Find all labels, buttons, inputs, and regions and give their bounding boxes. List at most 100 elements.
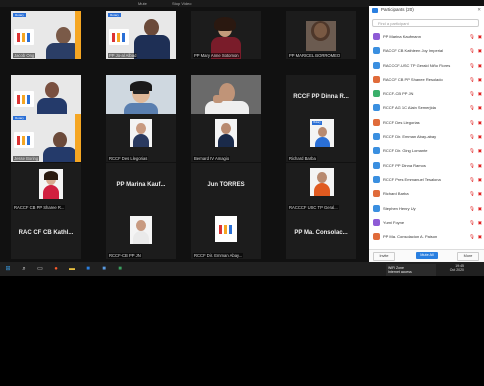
participant-row[interactable]: RCCF Dir. Emman Abay-abay 🎙 ▣ (369, 130, 484, 144)
participant-avatar (373, 75, 380, 83)
mic-muted-icon[interactable]: 🎙 (469, 48, 475, 54)
participant-row[interactable]: RCCF-CB PP JN 🎙 ▣ (369, 87, 484, 101)
mic-muted-icon[interactable]: 🎙 (469, 134, 475, 140)
wifi-notification[interactable]: WiFi Zone Internet access (386, 264, 436, 276)
mic-muted-icon[interactable]: 🎙 (469, 120, 475, 126)
video-off-icon[interactable]: ▣ (478, 105, 482, 111)
video-tile[interactable]: RCCF Des Llegorias (106, 114, 176, 162)
video-off-icon[interactable]: ▣ (478, 63, 482, 69)
video-off-icon[interactable]: ▣ (478, 177, 482, 183)
invite-button[interactable]: Invite (373, 252, 395, 261)
video-tile[interactable]: Bernard IV Amagio (191, 114, 261, 162)
participant-row[interactable]: PP Ma. Consolacion A. Paison 🎙 ▣ (369, 230, 484, 244)
participant-name: RACCF CB Kathleen Joy Imperial (383, 48, 444, 54)
participant-row[interactable]: Stephen Henry Uy 🎙 ▣ (369, 202, 484, 216)
close-icon[interactable]: ✕ (477, 7, 481, 13)
video-off-icon[interactable]: ▣ (478, 191, 482, 197)
mic-muted-icon[interactable]: 🎙 (469, 191, 475, 197)
video-tile[interactable]: PP Mary Anne Sotomon (191, 11, 261, 59)
participants-panel: Participants (20) ✕ Find a participant P… (369, 6, 484, 262)
system-tray[interactable]: 19:45 Oct 2020 (450, 264, 464, 272)
participant-row[interactable]: RCCF PP Dinna Ramos 🎙 ▣ (369, 159, 484, 173)
video-tile[interactable]: Rotary Jesse Boring (11, 114, 81, 162)
participant-search-input[interactable]: Find a participant (372, 19, 479, 27)
video-off-icon[interactable]: ▣ (478, 91, 482, 97)
video-tile[interactable]: Jun TORRES (191, 163, 261, 211)
video-tile[interactable]: Rotary PP Jo-al Albad (106, 11, 176, 59)
mic-muted-icon[interactable]: 🎙 (469, 77, 475, 83)
video-tile[interactable]: PP Ma. Consolac... (286, 211, 356, 259)
participant-row[interactable]: RCCF Pres Emmanuel Tesalona 🎙 ▣ (369, 173, 484, 187)
tile-name: Richard Barba (288, 156, 317, 161)
app-icon[interactable]: ■ (116, 265, 124, 273)
video-tile[interactable]: RCCF-CB PP JN (106, 211, 176, 259)
mic-muted-icon[interactable]: 🎙 (469, 220, 475, 226)
participant-avatar (373, 47, 380, 55)
participant-row[interactable]: RACCF CB PP Shanee Resolado 🎙 ▣ (369, 73, 484, 87)
participants-title: Participants (20) (381, 7, 414, 12)
video-off-icon[interactable]: ▣ (478, 206, 482, 212)
mic-muted-icon[interactable]: 🎙 (469, 91, 475, 97)
mic-muted-icon[interactable]: 🎙 (469, 148, 475, 154)
participant-row[interactable]: RCCF Dir. Ging Lomante 🎙 ▣ (369, 144, 484, 158)
video-tile[interactable]: PP Marina Kauf... (106, 163, 176, 211)
participant-avatar (373, 233, 380, 241)
video-off-icon[interactable]: ▣ (478, 77, 482, 83)
browser-icon[interactable]: ● (52, 265, 60, 273)
zoom-window-icon[interactable]: ■ (100, 265, 108, 273)
video-tile[interactable]: RACCCF USC TP Geral... (286, 163, 356, 211)
zoom-app-icon[interactable]: ■ (84, 265, 92, 273)
profile-picture: Rotary (310, 119, 334, 147)
mic-muted-icon[interactable]: 🎙 (469, 34, 475, 40)
mic-muted-icon[interactable]: 🎙 (469, 63, 475, 69)
video-off-icon[interactable]: ▣ (478, 120, 482, 126)
participant-avatar (373, 147, 380, 155)
video-tile[interactable]: PP MARICEL BORROMEO (286, 11, 356, 59)
stop-video-button[interactable]: Stop Video (172, 0, 192, 7)
participants-footer: Invite Mute All More (369, 249, 484, 262)
video-off-icon[interactable]: ▣ (478, 134, 482, 140)
video-off-icon[interactable]: ▣ (478, 163, 482, 169)
more-button[interactable]: More (457, 252, 479, 261)
video-off-icon[interactable]: ▣ (478, 48, 482, 54)
tile-name: Bernard IV Amagio (193, 156, 231, 161)
video-tile[interactable]: RAC CF CB Kathl... (11, 211, 81, 259)
participant-avatar (373, 33, 380, 40)
mic-muted-icon[interactable]: 🎙 (469, 234, 475, 240)
video-tile[interactable]: Rotary Richard Barba (286, 114, 356, 162)
search-icon[interactable]: ⌕ (20, 265, 28, 273)
mic-muted-icon[interactable]: 🎙 (469, 163, 475, 169)
participant-row[interactable]: Yumi Foyne 🎙 ▣ (369, 216, 484, 230)
video-tile[interactable]: Rotary Jacob Ong (11, 11, 81, 59)
participant-avatar (373, 61, 380, 69)
video-off-icon[interactable]: ▣ (478, 234, 482, 240)
participant-row[interactable]: RACCCF-USC TP Gerald Niño Flores 🎙 ▣ (369, 59, 484, 73)
mic-muted-icon[interactable]: 🎙 (469, 177, 475, 183)
rotary-logo (14, 91, 34, 107)
file-explorer-icon[interactable]: ▬ (68, 265, 76, 273)
tile-name-large: PP Ma. Consolac... (294, 230, 348, 236)
mic-muted-icon[interactable]: 🎙 (469, 206, 475, 212)
participant-name: PP Ma. Consolacion A. Paison (383, 234, 438, 240)
mute-button[interactable]: Mute (138, 0, 147, 7)
video-off-icon[interactable]: ▣ (478, 220, 482, 226)
mute-all-button[interactable]: Mute All (416, 252, 438, 259)
profile-picture (310, 168, 334, 196)
video-tile[interactable]: RCCF Dir. Emman Abay... (191, 211, 261, 259)
windows-start-icon[interactable]: ⊞ (4, 265, 12, 273)
task-view-icon[interactable]: ▭ (36, 265, 44, 273)
participant-avatar (373, 118, 380, 126)
video-off-icon[interactable]: ▣ (478, 34, 482, 40)
participant-row[interactable]: PP Marina Kaufmann 🎙 ▣ (369, 30, 484, 44)
participant-row[interactable]: RACCF CB Kathleen Joy Imperial 🎙 ▣ (369, 44, 484, 58)
participant-name: RCCF PP Dinna Ramos (383, 162, 426, 168)
participant-row[interactable]: RCCF Des Llegorias 🎙 ▣ (369, 116, 484, 130)
video-off-icon[interactable]: ▣ (478, 148, 482, 154)
rotary-logo (216, 221, 236, 237)
mic-muted-icon[interactable]: 🎙 (469, 105, 475, 111)
tile-name: RACCCF USC TP Geral... (288, 205, 339, 210)
video-tile[interactable]: RACCF CB PP Sharee R... (11, 163, 81, 211)
participant-row[interactable]: Richard Barba 🎙 ▣ (369, 187, 484, 201)
profile-picture (215, 216, 237, 242)
participant-row[interactable]: RCCF AG 1C Alain Semerjida 🎙 ▣ (369, 101, 484, 115)
